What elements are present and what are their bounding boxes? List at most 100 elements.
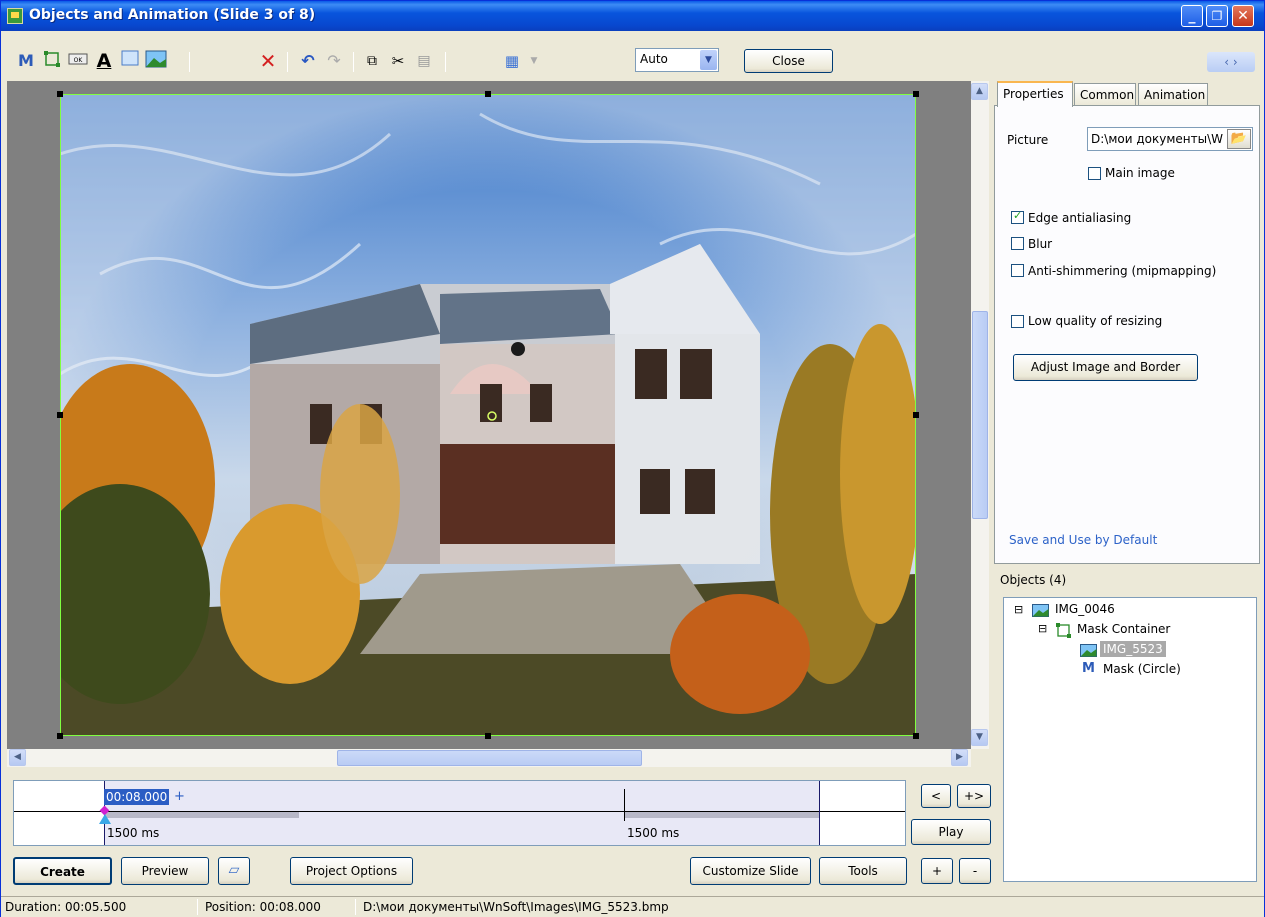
resize-handle[interactable] — [913, 412, 919, 418]
tree-item-img-5523[interactable]: IMG_5523 — [1100, 641, 1166, 657]
tab-animation[interactable]: Animation — [1138, 83, 1208, 105]
toolbar-divider — [287, 52, 288, 72]
resize-handle[interactable] — [57, 91, 63, 97]
resize-handle[interactable] — [57, 733, 63, 739]
current-time-label: 00:08.000 — [104, 789, 170, 805]
preview-button[interactable]: Preview — [121, 857, 209, 885]
resize-handle[interactable] — [913, 733, 919, 739]
copy-icon[interactable]: ⧉ — [361, 50, 383, 72]
main-image-label: Main image — [1105, 166, 1175, 180]
maximize-button[interactable]: ❐ — [1206, 5, 1228, 27]
slide-canvas[interactable] — [7, 81, 971, 749]
fullscreen-preview-icon[interactable]: ▱ — [218, 857, 250, 885]
image-icon[interactable] — [145, 50, 167, 72]
redo-icon[interactable]: ↷ — [323, 50, 345, 72]
resize-handle[interactable] — [913, 91, 919, 97]
project-options-button[interactable]: Project Options — [290, 857, 413, 885]
scroll-right-icon[interactable]: ▶ — [951, 749, 968, 766]
adjust-image-border-button[interactable]: Adjust Image and Border — [1013, 354, 1198, 381]
zoom-in-button[interactable]: + — [921, 858, 953, 884]
window-title: Objects and Animation (Slide 3 of 8) — [29, 7, 316, 23]
minimize-button[interactable]: _ — [1181, 5, 1203, 27]
chevron-down-icon[interactable]: ▼ — [700, 50, 717, 70]
create-button[interactable]: Create — [13, 857, 112, 885]
zoom-select-value: Auto — [640, 52, 668, 66]
maximize-icon: ❐ — [1211, 9, 1223, 23]
status-duration: Duration: 00:05.500 — [5, 900, 127, 914]
add-keyframe-button[interactable]: +> — [957, 784, 991, 808]
play-button[interactable]: Play — [911, 819, 991, 845]
tree-item-mask-container[interactable]: Mask Container — [1077, 622, 1170, 636]
toolbar-divider — [189, 52, 190, 72]
expander-icon[interactable]: ⊟ — [1014, 603, 1023, 616]
delete-icon[interactable]: ✕ — [257, 50, 279, 72]
selection-frame[interactable] — [60, 94, 916, 736]
undo-icon[interactable]: ↶ — [297, 50, 319, 72]
keyframe-line[interactable] — [624, 789, 625, 821]
expander-icon[interactable]: ⊟ — [1038, 622, 1047, 635]
grid-icon[interactable]: ▦ — [501, 50, 523, 72]
tools-button[interactable]: Tools — [819, 857, 907, 885]
vertical-scroll-thumb[interactable] — [972, 311, 988, 519]
blur-label: Blur — [1028, 237, 1053, 251]
edge-antialiasing-label: Edge antialiasing — [1028, 211, 1132, 225]
horizontal-scroll-thumb[interactable] — [337, 750, 642, 766]
toolbar-divider — [353, 52, 354, 72]
button-icon[interactable]: OK — [67, 50, 89, 72]
grid-dropdown-icon[interactable]: ▼ — [523, 50, 545, 72]
svg-text:OK: OK — [74, 57, 84, 64]
status-divider — [355, 899, 356, 915]
main-image-checkbox[interactable] — [1088, 167, 1101, 180]
scroll-up-icon[interactable]: ▲ — [971, 83, 988, 100]
timeline-end-line — [819, 781, 820, 845]
tree-item-mask-circle[interactable]: Mask (Circle) — [1103, 662, 1181, 676]
add-keyframe-icon[interactable]: + — [174, 789, 185, 804]
container-icon — [1056, 623, 1071, 641]
slide-nav-button[interactable]: ‹ › — [1207, 52, 1255, 72]
rectangle-icon[interactable] — [119, 50, 141, 72]
close-button[interactable]: Close — [744, 49, 833, 73]
open-folder-icon[interactable]: 📂 — [1227, 129, 1251, 149]
prev-keyframe-button[interactable]: < — [921, 784, 951, 808]
scroll-left-icon[interactable]: ◀ — [9, 749, 26, 766]
picture-label: Picture — [1007, 133, 1049, 147]
save-default-link[interactable]: Save and Use by Default — [1009, 533, 1157, 547]
tree-item-img-0046[interactable]: IMG_0046 — [1055, 602, 1115, 616]
image-icon — [1080, 644, 1097, 660]
paste-icon[interactable]: ▤ — [413, 50, 435, 72]
timeline[interactable]: 00:08.000 + 1500 ms 1500 ms — [13, 780, 906, 846]
zoom-out-button[interactable]: - — [959, 858, 991, 884]
toolbar: M OK A ✕ ↶ ↷ ⧉ ✂ ▤ ▦ ▼ — [1, 45, 1264, 77]
tab-properties[interactable]: Properties — [997, 81, 1073, 107]
resize-handle[interactable] — [485, 91, 491, 97]
customize-slide-button[interactable]: Customize Slide — [690, 857, 811, 885]
toolbar-divider — [445, 52, 446, 72]
close-icon: ✕ — [1237, 8, 1249, 24]
scroll-down-icon[interactable]: ▼ — [971, 729, 988, 746]
minimize-icon: _ — [1188, 8, 1196, 24]
resize-handle[interactable] — [485, 733, 491, 739]
text-icon[interactable]: A — [93, 50, 115, 72]
tab-common[interactable]: Common — [1074, 83, 1136, 105]
status-path: D:\мои документы\WnSoft\Images\IMG_5523.… — [363, 900, 669, 914]
transition-bar — [624, 812, 820, 818]
resize-handle[interactable] — [57, 412, 63, 418]
objects-header: Objects (4) — [1000, 573, 1067, 587]
cut-icon[interactable]: ✂ — [387, 50, 409, 72]
low-quality-checkbox[interactable] — [1011, 315, 1024, 328]
container-icon[interactable] — [41, 50, 63, 72]
close-window-button[interactable]: ✕ — [1232, 5, 1254, 27]
blur-checkbox[interactable] — [1011, 237, 1024, 250]
zoom-select[interactable]: Auto ▼ — [635, 48, 719, 72]
anti-shimmering-checkbox[interactable] — [1011, 264, 1024, 277]
image-icon — [1032, 604, 1049, 620]
horizontal-scrollbar[interactable]: ◀ ▶ — [7, 749, 971, 767]
anti-shimmering-label: Anti-shimmering (mipmapping) — [1028, 264, 1217, 278]
vertical-scrollbar[interactable]: ▲ ▼ — [971, 81, 989, 749]
app-icon — [7, 8, 23, 24]
edge-antialiasing-checkbox[interactable] — [1011, 209, 1024, 224]
timeline-pointer-icon[interactable] — [99, 814, 111, 824]
title-bar: Objects and Animation (Slide 3 of 8) _ ❐… — [1, 1, 1264, 31]
mask-icon[interactable]: M — [15, 50, 37, 72]
picture-path-value: D:\мои документы\W — [1091, 132, 1223, 146]
